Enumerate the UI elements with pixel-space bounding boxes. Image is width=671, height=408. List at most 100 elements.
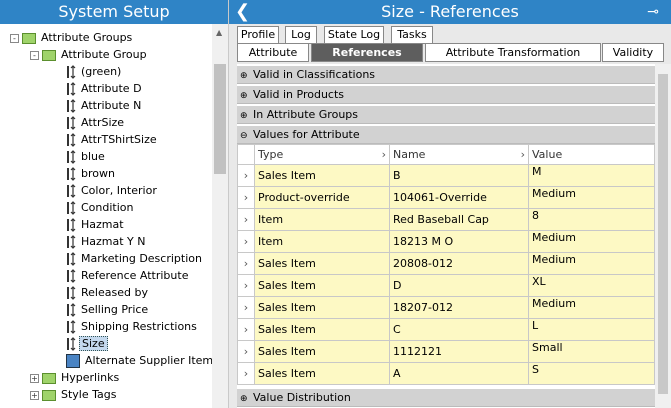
tree-item[interactable]: AttrSize — [66, 114, 126, 131]
tab-validity[interactable]: Validity — [602, 43, 664, 62]
value-cell[interactable]: Small — [528, 340, 655, 363]
tree-item[interactable]: Size — [66, 335, 108, 352]
tree-item[interactable]: Condition — [66, 199, 136, 216]
name-cell[interactable]: 104061-Override — [389, 186, 529, 209]
type-cell[interactable]: Sales Item — [254, 318, 390, 341]
tree-item[interactable]: - Attribute Groups — [10, 29, 134, 46]
name-cell[interactable]: A — [389, 362, 529, 385]
name-cell[interactable]: B — [389, 164, 529, 187]
name-cell[interactable]: Red Baseball Cap — [389, 208, 529, 231]
tree-item[interactable]: AttrTShirtSize — [66, 131, 159, 148]
type-cell[interactable]: Item — [254, 230, 390, 253]
collapse-icon[interactable]: - — [30, 50, 39, 60]
tree-item[interactable]: Hazmat — [66, 216, 126, 233]
expand-icon[interactable]: ⊕ — [240, 88, 250, 105]
table-row[interactable]: › Sales Item D XL — [237, 274, 655, 297]
tree-item[interactable]: + Style Tags — [30, 386, 118, 403]
name-cell[interactable]: 18213 M O — [389, 230, 529, 253]
tree-item[interactable]: Selling Price — [66, 301, 150, 318]
scroll-thumb[interactable] — [214, 64, 226, 174]
pin-icon[interactable]: ⊸ — [647, 0, 659, 24]
column-header-name[interactable]: Name › — [389, 144, 529, 165]
expand-icon[interactable]: + — [30, 390, 39, 400]
name-cell[interactable]: D — [389, 274, 529, 297]
scroll-up-icon[interactable]: ▲ — [216, 28, 222, 37]
section-in-attribute-groups[interactable]: ⊕ In Attribute Groups — [237, 106, 655, 124]
name-cell[interactable]: 1112121 — [389, 340, 529, 363]
section-valid-in-classifications[interactable]: ⊕ Valid in Classifications — [237, 66, 655, 84]
row-expand-icon[interactable]: › — [237, 164, 255, 187]
content-scrollbar[interactable] — [655, 64, 671, 408]
type-cell[interactable]: Sales Item — [254, 296, 390, 319]
value-cell[interactable]: M — [528, 164, 655, 187]
value-cell[interactable]: Medium — [528, 230, 655, 253]
tree-item[interactable]: + Hyperlinks — [30, 369, 121, 386]
tree-item[interactable]: Alternate Supplier Item — [66, 352, 215, 369]
table-row[interactable]: › Item 18213 M O Medium — [237, 230, 655, 253]
chevron-right-icon[interactable]: › — [521, 148, 525, 161]
value-cell[interactable]: Medium — [528, 186, 655, 209]
table-row[interactable]: › Sales Item 18207-012 Medium — [237, 296, 655, 319]
table-row[interactable]: › Sales Item 1112121 Small — [237, 340, 655, 363]
row-expand-icon[interactable]: › — [237, 208, 255, 231]
tab-log[interactable]: Log — [285, 26, 317, 44]
value-cell[interactable]: Medium — [528, 296, 655, 319]
row-expand-icon[interactable]: › — [237, 186, 255, 209]
collapse-icon[interactable]: ⊖ — [240, 128, 250, 145]
chevron-right-icon[interactable]: › — [382, 148, 386, 161]
tab-references[interactable]: References — [311, 43, 423, 62]
name-cell[interactable]: 18207-012 — [389, 296, 529, 319]
tree-item[interactable]: Attribute D — [66, 80, 144, 97]
tree-item[interactable]: (green) — [66, 63, 123, 80]
tab-state-log[interactable]: State Log — [324, 26, 384, 44]
row-expand-icon[interactable]: › — [237, 274, 255, 297]
tree-item[interactable]: Marketing Description — [66, 250, 204, 267]
row-expand-icon[interactable]: › — [237, 230, 255, 253]
type-cell[interactable]: Product-override — [254, 186, 390, 209]
table-row[interactable]: › Item Red Baseball Cap 8 — [237, 208, 655, 231]
tree-scrollbar[interactable]: ▲ — [212, 24, 228, 408]
name-cell[interactable]: 20808-012 — [389, 252, 529, 275]
type-cell[interactable]: Item — [254, 208, 390, 231]
column-header-type[interactable]: Type › — [254, 144, 390, 165]
expand-icon[interactable]: + — [30, 373, 39, 383]
value-cell[interactable]: S — [528, 362, 655, 385]
expand-icon[interactable]: ⊕ — [240, 391, 250, 408]
type-cell[interactable]: Sales Item — [254, 362, 390, 385]
type-cell[interactable]: Sales Item — [254, 164, 390, 187]
tab-attribute-transformation[interactable]: Attribute Transformation — [425, 43, 601, 62]
row-expand-icon[interactable]: › — [237, 252, 255, 275]
tree-item[interactable]: - Attribute Group — [30, 46, 149, 63]
tree-item[interactable]: Shipping Restrictions — [66, 318, 199, 335]
name-cell[interactable]: C — [389, 318, 529, 341]
row-expand-icon[interactable]: › — [237, 340, 255, 363]
section-valid-in-products[interactable]: ⊕ Valid in Products — [237, 86, 655, 104]
row-expand-icon[interactable]: › — [237, 318, 255, 341]
tree-item[interactable]: Attribute N — [66, 97, 143, 114]
tree-item[interactable]: blue — [66, 148, 107, 165]
table-row[interactable]: › Sales Item A S — [237, 362, 655, 385]
section-values-for-attribute[interactable]: ⊖ Values for Attribute — [237, 126, 655, 144]
table-row[interactable]: › Sales Item 20808-012 Medium — [237, 252, 655, 275]
table-row[interactable]: › Sales Item B M — [237, 164, 655, 187]
tree-item[interactable]: Reference Attribute — [66, 267, 190, 284]
tree-item[interactable]: brown — [66, 165, 117, 182]
value-cell[interactable]: XL — [528, 274, 655, 297]
expand-icon[interactable]: ⊕ — [240, 108, 250, 125]
scroll-thumb[interactable] — [658, 74, 668, 394]
value-cell[interactable]: 8 — [528, 208, 655, 231]
tab-profile[interactable]: Profile — [237, 26, 279, 44]
tree-item[interactable]: Color, Interior — [66, 182, 159, 199]
expand-icon[interactable]: ⊕ — [240, 68, 250, 85]
type-cell[interactable]: Sales Item — [254, 340, 390, 363]
value-cell[interactable]: L — [528, 318, 655, 341]
value-cell[interactable]: Medium — [528, 252, 655, 275]
column-header-value[interactable]: Value — [528, 144, 655, 165]
tab-attribute[interactable]: Attribute — [237, 43, 309, 62]
row-expand-icon[interactable]: › — [237, 296, 255, 319]
tree-item[interactable]: Hazmat Y N — [66, 233, 148, 250]
type-cell[interactable]: Sales Item — [254, 252, 390, 275]
section-value-distribution[interactable]: ⊕ Value Distribution — [237, 389, 655, 407]
type-cell[interactable]: Sales Item — [254, 274, 390, 297]
table-row[interactable]: › Sales Item C L — [237, 318, 655, 341]
